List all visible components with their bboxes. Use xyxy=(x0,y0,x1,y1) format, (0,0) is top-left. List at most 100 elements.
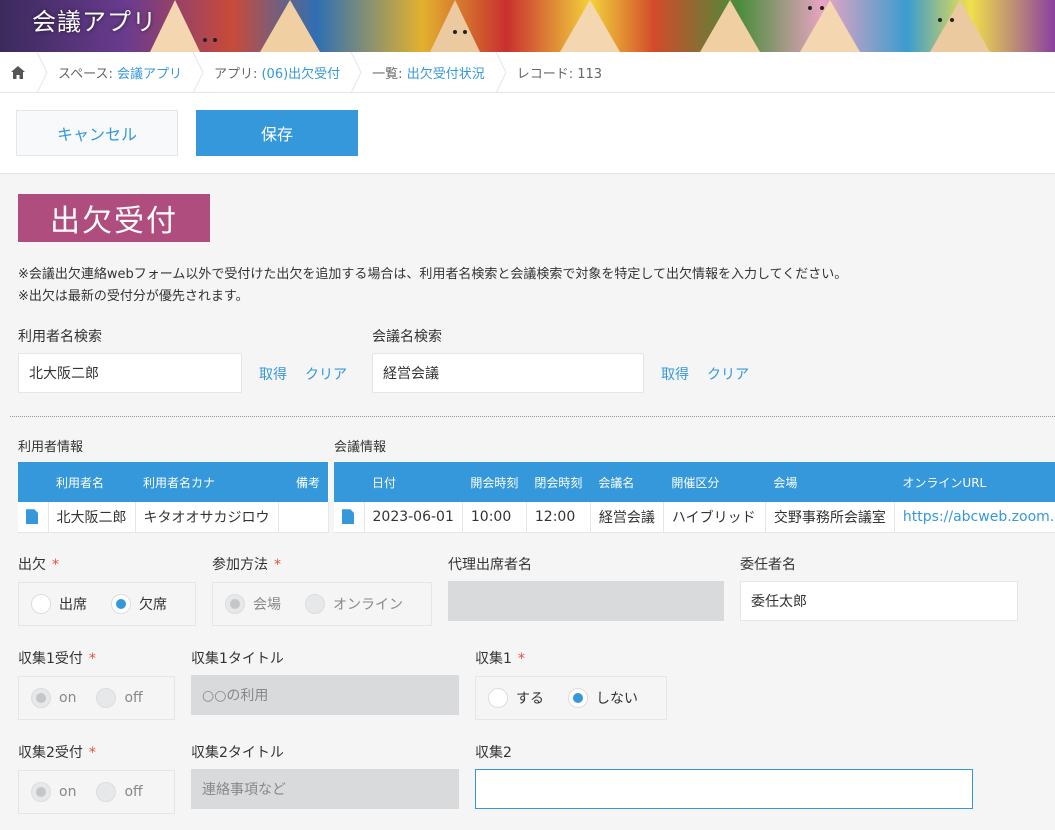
table-cell: 10:00 xyxy=(462,502,527,533)
collect2-accept-radio-group: on off xyxy=(18,770,175,814)
table-header: 利用者名カナ xyxy=(135,462,278,502)
required-mark: * xyxy=(52,557,59,573)
collect1-accept-label: 収集1受付 * xyxy=(18,648,96,668)
section-divider xyxy=(10,416,1055,417)
attendance-label: 出欠 * xyxy=(18,554,59,574)
collect1-option-no[interactable]: しない xyxy=(568,688,638,708)
table-header-icon-col xyxy=(18,462,48,502)
method-option-venue: 会場 xyxy=(225,594,281,614)
required-mark: * xyxy=(88,745,96,761)
record-detail-cell[interactable] xyxy=(334,502,365,533)
attendance-option-present[interactable]: 出席 xyxy=(31,594,87,614)
table-cell: 12:00 xyxy=(526,502,591,533)
radio-label: off xyxy=(124,784,143,800)
table-header-icon-col xyxy=(334,462,364,502)
radio-button-selected[interactable] xyxy=(568,688,588,708)
user-info-label: 利用者情報 xyxy=(18,440,84,455)
proxy-input xyxy=(448,581,724,621)
table-header: 会場 xyxy=(765,462,895,502)
online-url-cell: https://abcweb.zoom. xyxy=(894,502,1055,533)
record-detail-cell[interactable] xyxy=(18,502,49,533)
home-icon[interactable] xyxy=(0,52,36,93)
table-cell: キタオオサカジロウ xyxy=(135,502,279,533)
table-row: 2023-06-01 10:00 12:00 経営会議 ハイブリッド 交野事務所… xyxy=(334,502,1055,533)
breadcrumb-separator-icon xyxy=(350,51,362,93)
radio-label: on xyxy=(59,690,77,706)
table-cell: 2023-06-01 xyxy=(364,502,463,533)
breadcrumb-app-link[interactable]: (06)出欠受付 xyxy=(261,67,340,82)
delegate-input[interactable]: 委任太郎 xyxy=(740,581,1018,621)
radio-button-disabled xyxy=(96,688,117,708)
breadcrumb-separator-icon xyxy=(495,51,507,93)
radio-label: off xyxy=(124,690,143,706)
meeting-search-label: 会議名検索 xyxy=(372,329,442,345)
radio-label: 会場 xyxy=(253,597,281,613)
breadcrumb-app-prefix: アプリ: xyxy=(213,66,262,82)
meeting-search-get-link[interactable]: 取得 xyxy=(661,364,689,384)
breadcrumb-list-link[interactable]: 出欠受付状況 xyxy=(407,67,485,82)
breadcrumb-space: スペース: 会議アプリ xyxy=(48,63,192,82)
meeting-info-table: 日付 開会時刻 閉会時刻 会議名 開催区分 会場 オンラインURL 2023-0… xyxy=(334,462,1055,533)
user-search-get-link[interactable]: 取得 xyxy=(259,364,287,384)
breadcrumb-space-link[interactable]: 会議アプリ xyxy=(117,67,182,82)
collect1-option-yes[interactable]: する xyxy=(488,688,544,708)
radio-label: しない xyxy=(596,691,638,707)
user-search-input[interactable]: 北大阪二郎 xyxy=(18,353,242,393)
note-line-2: ※出欠は最新の受付分が優先されます。 xyxy=(18,289,249,304)
collect1-title-label: 収集1タイトル xyxy=(191,651,284,667)
collect1-accept-on: on xyxy=(31,688,76,708)
radio-label: 出席 xyxy=(59,597,87,613)
meeting-search-clear-link[interactable]: クリア xyxy=(707,364,749,384)
cancel-button[interactable]: キャンセル xyxy=(16,110,178,156)
breadcrumb: スペース: 会議アプリ アプリ: (06)出欠受付 一覧: 出欠受付状況 レコー… xyxy=(0,51,1055,93)
breadcrumb-space-prefix: スペース: xyxy=(58,66,117,82)
attendance-label-text: 出欠 xyxy=(18,557,46,573)
meeting-search-input[interactable]: 経営会議 xyxy=(372,353,644,393)
collect2-accept-label-text: 収集2受付 xyxy=(18,745,83,761)
radio-button-selected-disabled xyxy=(31,782,51,802)
radio-label: する xyxy=(516,691,544,707)
app-header-banner: 会議アプリ xyxy=(0,0,1055,52)
radio-button-disabled xyxy=(305,594,325,614)
table-header: 開会時刻 xyxy=(462,462,527,502)
collect2-title-label: 収集2タイトル xyxy=(191,745,284,761)
table-row: 北大阪二郎 キタオオサカジロウ xyxy=(18,502,329,533)
document-icon[interactable] xyxy=(26,509,38,525)
online-url-link[interactable]: https://abcweb.zoom. xyxy=(903,509,1054,525)
save-button[interactable]: 保存 xyxy=(196,110,358,156)
collect1-accept-off: off xyxy=(96,688,143,708)
table-cell: 経営会議 xyxy=(590,502,664,533)
radio-button-selected[interactable] xyxy=(111,594,131,614)
radio-label: on xyxy=(59,784,77,800)
collect1-radio-group: する しない xyxy=(475,676,667,720)
edit-toolbar: キャンセル 保存 xyxy=(0,93,1055,174)
radio-button[interactable] xyxy=(488,688,508,708)
delegate-label: 委任者名 xyxy=(740,557,796,573)
radio-button[interactable] xyxy=(31,594,51,614)
collect1-label: 収集1 * xyxy=(475,648,525,668)
radio-label: オンライン xyxy=(333,597,403,613)
record-form: 出欠受付 ※会議出欠連絡webフォーム以外で受付けた出欠を追加する場合は、利用者… xyxy=(0,174,1055,830)
breadcrumb-list: 一覧: 出欠受付状況 xyxy=(362,63,495,82)
attendance-option-absent[interactable]: 欠席 xyxy=(111,594,167,614)
collect2-accept-label: 収集2受付 * xyxy=(18,742,96,762)
required-mark: * xyxy=(88,651,96,667)
table-header: オンラインURL xyxy=(894,462,1055,502)
required-mark: * xyxy=(274,557,281,573)
radio-button-selected-disabled xyxy=(31,688,51,708)
document-icon[interactable] xyxy=(342,509,354,525)
table-header: 利用者名 xyxy=(48,462,135,502)
table-header: 日付 xyxy=(364,462,463,502)
table-cell: ハイブリッド xyxy=(663,502,766,533)
note-line-1: ※会議出欠連絡webフォーム以外で受付けた出欠を追加する場合は、利用者名検索と会… xyxy=(18,267,848,282)
table-header: 会議名 xyxy=(590,462,664,502)
breadcrumb-app: アプリ: (06)出欠受付 xyxy=(204,63,350,82)
section-label: 出欠受付 xyxy=(18,194,210,242)
user-search-label: 利用者名検索 xyxy=(18,329,102,345)
collect2-input[interactable] xyxy=(475,769,973,809)
collect1-label-text: 収集1 xyxy=(475,651,512,667)
table-header: 開催区分 xyxy=(663,462,766,502)
meeting-info-label: 会議情報 xyxy=(334,440,387,455)
user-info-table: 利用者名 利用者名カナ 備考 北大阪二郎 キタオオサカジロウ xyxy=(18,462,329,533)
user-search-clear-link[interactable]: クリア xyxy=(305,364,347,384)
